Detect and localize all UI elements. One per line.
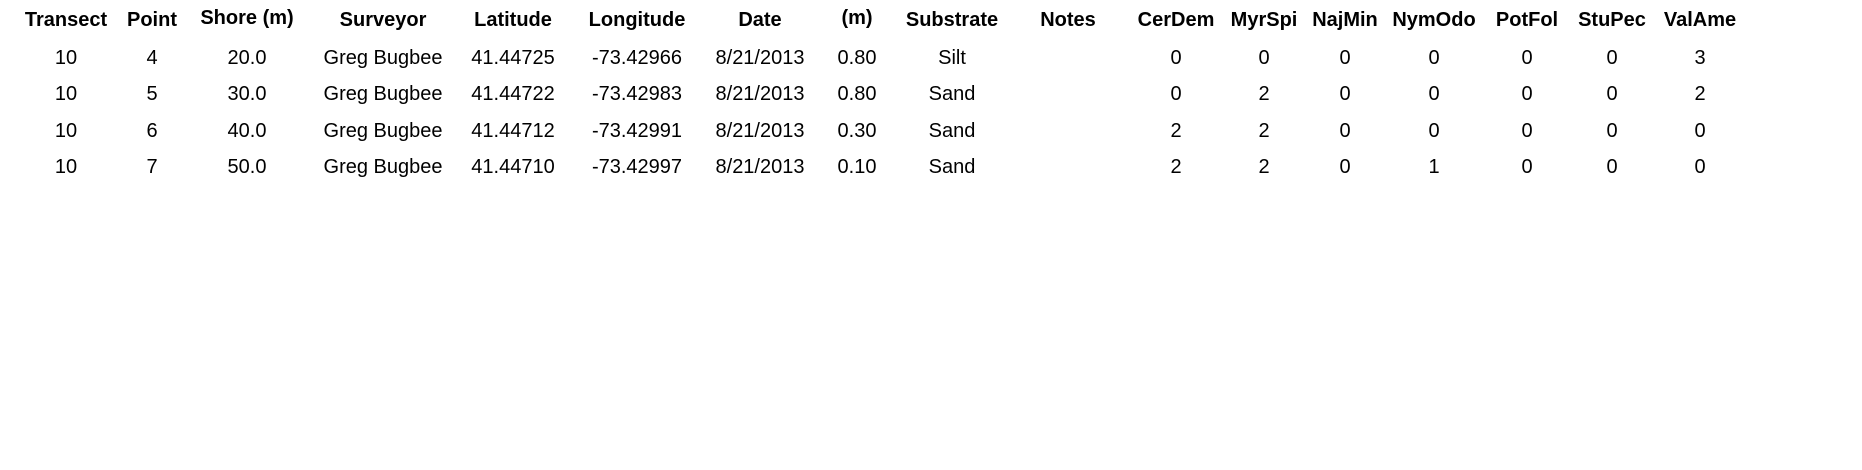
column-header-latitude: Latitude bbox=[474, 9, 552, 31]
column-header-notes: Notes bbox=[1040, 9, 1096, 31]
table-cell-nymodo: 0 bbox=[1428, 120, 1440, 142]
table-cell-stupec: 0 bbox=[1606, 120, 1618, 142]
table-cell-depth: 0.30 bbox=[837, 120, 877, 142]
table-cell-point: 4 bbox=[146, 47, 158, 69]
table-cell-substrate: Sand bbox=[928, 156, 976, 178]
table-cell-cerdem: 2 bbox=[1170, 156, 1182, 178]
survey-data-table: Transect Point Shore (m) Surveyor Latitude Lo… bbox=[0, 0, 1862, 470]
table-cell-transect: 10 bbox=[54, 83, 78, 105]
table-cell-myrspi: 2 bbox=[1258, 156, 1270, 178]
table-cell-date: 8/21/2013 bbox=[715, 156, 805, 178]
table-cell-date: 8/21/2013 bbox=[715, 47, 805, 69]
table-cell-najmin: 0 bbox=[1339, 83, 1351, 105]
table-cell-depth: 0.10 bbox=[837, 156, 877, 178]
table-cell-shore: 40.0 bbox=[227, 120, 267, 142]
table-cell-transect: 10 bbox=[54, 120, 78, 142]
column-header-myrspi: MyrSpi bbox=[1230, 9, 1298, 31]
table-cell-valame: 3 bbox=[1694, 47, 1706, 69]
table-cell-najmin: 0 bbox=[1339, 156, 1351, 178]
table-cell-point: 6 bbox=[146, 120, 158, 142]
table-cell-myrspi: 2 bbox=[1258, 120, 1270, 142]
table-cell-potfol: 0 bbox=[1521, 120, 1533, 142]
table-cell-surveyor: Greg Bugbee bbox=[323, 83, 443, 105]
table-cell-substrate: Silt bbox=[938, 47, 966, 69]
table-cell-latitude: 41.44712 bbox=[471, 120, 555, 142]
table-cell-longitude: -73.42997 bbox=[591, 156, 683, 178]
column-header-potfol: PotFol bbox=[1495, 9, 1559, 31]
column-header-cerdem: CerDem bbox=[1137, 9, 1215, 31]
table-cell-point: 5 bbox=[146, 83, 158, 105]
table-cell-myrspi: 2 bbox=[1258, 83, 1270, 105]
table-cell-valame: 2 bbox=[1694, 83, 1706, 105]
table-cell-myrspi: 0 bbox=[1258, 47, 1270, 69]
table-cell-valame: 0 bbox=[1694, 120, 1706, 142]
table-cell-najmin: 0 bbox=[1339, 120, 1351, 142]
table-cell-najmin: 0 bbox=[1339, 47, 1351, 69]
table-cell-depth: 0.80 bbox=[837, 47, 877, 69]
table-cell-nymodo: 0 bbox=[1428, 47, 1440, 69]
table-cell-nymodo: 1 bbox=[1428, 156, 1440, 178]
table-cell-nymodo: 0 bbox=[1428, 83, 1440, 105]
column-header-valame: ValAme bbox=[1663, 9, 1737, 31]
table-cell-longitude: -73.42966 bbox=[591, 47, 683, 69]
table-cell-substrate: Sand bbox=[928, 120, 976, 142]
table-cell-stupec: 0 bbox=[1606, 83, 1618, 105]
table-cell-potfol: 0 bbox=[1521, 47, 1533, 69]
column-header-longitude: Longitude bbox=[588, 9, 686, 31]
table-cell-longitude: -73.42983 bbox=[591, 83, 683, 105]
table-cell-shore: 50.0 bbox=[227, 156, 267, 178]
table-cell-stupec: 0 bbox=[1606, 156, 1618, 178]
column-header-stupec: StuPec bbox=[1578, 9, 1646, 31]
table-cell-cerdem: 2 bbox=[1170, 120, 1182, 142]
column-header-najmin: NajMin bbox=[1312, 9, 1378, 31]
table-cell-stupec: 0 bbox=[1606, 47, 1618, 69]
table-cell-surveyor: Greg Bugbee bbox=[323, 156, 443, 178]
table-cell-cerdem: 0 bbox=[1170, 83, 1182, 105]
table-cell-latitude: 41.44722 bbox=[471, 83, 555, 105]
table-cell-shore: 30.0 bbox=[227, 83, 267, 105]
table-cell-substrate: Sand bbox=[928, 83, 976, 105]
table-cell-point: 7 bbox=[146, 156, 158, 178]
table-cell-depth: 0.80 bbox=[837, 83, 877, 105]
table-cell-transect: 10 bbox=[54, 156, 78, 178]
table-cell-latitude: 41.44725 bbox=[471, 47, 555, 69]
table-cell-potfol: 0 bbox=[1521, 156, 1533, 178]
table-cell-valame: 0 bbox=[1694, 156, 1706, 178]
table-cell-shore: 20.0 bbox=[227, 47, 267, 69]
column-header-transect: Transect bbox=[24, 9, 108, 31]
table-cell-transect: 10 bbox=[54, 47, 78, 69]
column-header-substrate: Substrate bbox=[905, 9, 999, 31]
column-header-date: Date bbox=[738, 9, 782, 31]
column-header-shore: Shore (m) bbox=[200, 7, 294, 29]
table-cell-cerdem: 0 bbox=[1170, 47, 1182, 69]
column-header-nymodo: NymOdo bbox=[1392, 9, 1476, 31]
table-cell-date: 8/21/2013 bbox=[715, 120, 805, 142]
column-header-surveyor: Surveyor bbox=[339, 9, 427, 31]
table-cell-longitude: -73.42991 bbox=[591, 120, 683, 142]
column-header-point: Point bbox=[127, 9, 177, 31]
table-cell-surveyor: Greg Bugbee bbox=[323, 120, 443, 142]
table-cell-potfol: 0 bbox=[1521, 83, 1533, 105]
table-cell-latitude: 41.44710 bbox=[471, 156, 555, 178]
table-cell-surveyor: Greg Bugbee bbox=[323, 47, 443, 69]
column-header-depth: (m) bbox=[841, 7, 873, 29]
table-cell-date: 8/21/2013 bbox=[715, 83, 805, 105]
